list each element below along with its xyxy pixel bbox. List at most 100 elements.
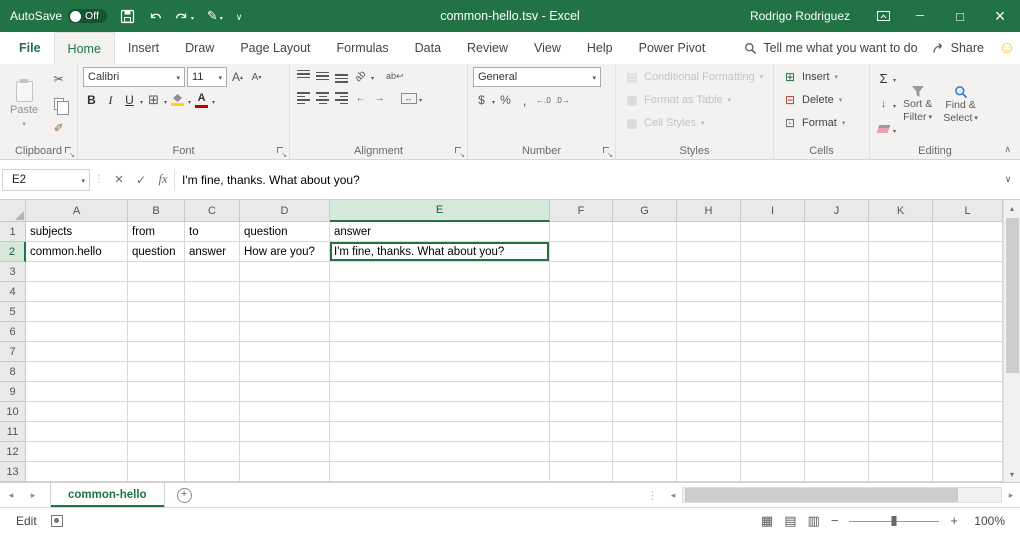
cell-j9[interactable] bbox=[805, 382, 869, 402]
cell-i6[interactable] bbox=[741, 322, 805, 342]
bold-button[interactable]: B bbox=[83, 91, 100, 109]
accounting-format-icon[interactable] bbox=[473, 91, 490, 109]
cell-g9[interactable] bbox=[613, 382, 677, 402]
tab-file[interactable]: File bbox=[6, 32, 54, 64]
cell-e13[interactable] bbox=[330, 462, 550, 482]
cancel-button[interactable] bbox=[108, 169, 130, 191]
cell-i4[interactable] bbox=[741, 282, 805, 302]
decrease-indent-icon[interactable] bbox=[352, 89, 369, 107]
cell-g10[interactable] bbox=[613, 402, 677, 422]
cell-f4[interactable] bbox=[550, 282, 613, 302]
tab-formulas[interactable]: Formulas bbox=[324, 32, 402, 64]
page-layout-view-button[interactable] bbox=[784, 513, 796, 529]
cell-i11[interactable] bbox=[741, 422, 805, 442]
cell-a4[interactable] bbox=[26, 282, 128, 302]
cell-d7[interactable] bbox=[240, 342, 330, 362]
column-header-d[interactable]: D bbox=[240, 200, 330, 222]
merge-center-button[interactable] bbox=[400, 89, 417, 107]
cell-k5[interactable] bbox=[869, 302, 933, 322]
cell-f5[interactable] bbox=[550, 302, 613, 322]
underline-button[interactable]: U bbox=[121, 91, 138, 109]
cell-j12[interactable] bbox=[805, 442, 869, 462]
find-select-button[interactable]: Find & Select bbox=[939, 67, 982, 142]
cell-c4[interactable] bbox=[185, 282, 240, 302]
cell-e6[interactable] bbox=[330, 322, 550, 342]
cell-k9[interactable] bbox=[869, 382, 933, 402]
tab-help[interactable]: Help bbox=[574, 32, 626, 64]
cell-l11[interactable] bbox=[933, 422, 1003, 442]
row-header-13[interactable]: 13 bbox=[0, 462, 26, 482]
underline-dropdown-icon[interactable] bbox=[140, 91, 143, 109]
cell-l9[interactable] bbox=[933, 382, 1003, 402]
cell-l4[interactable] bbox=[933, 282, 1003, 302]
merge-dropdown-icon[interactable] bbox=[419, 89, 422, 107]
align-center-icon[interactable] bbox=[314, 89, 331, 107]
format-button[interactable]: ⊡Format▾ bbox=[779, 111, 864, 134]
wrap-text-icon[interactable] bbox=[386, 67, 404, 85]
new-sheet-button[interactable] bbox=[177, 483, 192, 507]
share-button[interactable]: Share bbox=[932, 32, 984, 64]
cell-h6[interactable] bbox=[677, 322, 741, 342]
column-header-g[interactable]: G bbox=[613, 200, 677, 222]
column-header-c[interactable]: C bbox=[185, 200, 240, 222]
maximize-button[interactable] bbox=[940, 0, 980, 32]
cell-j5[interactable] bbox=[805, 302, 869, 322]
ink-pen-button[interactable] bbox=[207, 6, 223, 26]
vertical-scroll-thumb[interactable] bbox=[1006, 218, 1019, 373]
cell-i7[interactable] bbox=[741, 342, 805, 362]
font-size-select[interactable]: 11 bbox=[187, 67, 227, 87]
formula-input[interactable]: I'm fine, thanks. What about you? bbox=[174, 169, 998, 191]
cell-a8[interactable] bbox=[26, 362, 128, 382]
format-as-table-button[interactable]: ▦Format as Table▾ bbox=[621, 88, 768, 111]
cell-l13[interactable] bbox=[933, 462, 1003, 482]
cell-d9[interactable] bbox=[240, 382, 330, 402]
cell-e4[interactable] bbox=[330, 282, 550, 302]
cell-k6[interactable] bbox=[869, 322, 933, 342]
close-button[interactable] bbox=[980, 0, 1020, 32]
cell-a6[interactable] bbox=[26, 322, 128, 342]
cell-a3[interactable] bbox=[26, 262, 128, 282]
cell-d8[interactable] bbox=[240, 362, 330, 382]
save-button[interactable] bbox=[120, 6, 135, 26]
orientation-dropdown-icon[interactable] bbox=[371, 67, 374, 85]
tab-insert[interactable]: Insert bbox=[115, 32, 172, 64]
cell-i5[interactable] bbox=[741, 302, 805, 322]
zoom-level[interactable]: 100% bbox=[969, 514, 1005, 528]
cell-b6[interactable] bbox=[128, 322, 185, 342]
scroll-down-icon[interactable] bbox=[1004, 466, 1020, 482]
user-name[interactable]: Rodrigo Rodriguez bbox=[750, 9, 850, 23]
clipboard-dialog-launcher[interactable] bbox=[64, 146, 75, 157]
cell-a11[interactable] bbox=[26, 422, 128, 442]
font-color-button[interactable] bbox=[193, 91, 210, 109]
cell-a10[interactable] bbox=[26, 402, 128, 422]
cell-c11[interactable] bbox=[185, 422, 240, 442]
scroll-left-icon[interactable] bbox=[664, 483, 682, 507]
tell-me-box[interactable]: Tell me what you want to do bbox=[744, 32, 917, 64]
cell-h1[interactable] bbox=[677, 222, 741, 242]
cell-g5[interactable] bbox=[613, 302, 677, 322]
comma-style-icon[interactable] bbox=[516, 91, 533, 109]
zoom-slider-thumb[interactable] bbox=[892, 516, 897, 526]
cell-h13[interactable] bbox=[677, 462, 741, 482]
cell-e7[interactable] bbox=[330, 342, 550, 362]
cell-l1[interactable] bbox=[933, 222, 1003, 242]
cell-e12[interactable] bbox=[330, 442, 550, 462]
cell-g4[interactable] bbox=[613, 282, 677, 302]
cell-f13[interactable] bbox=[550, 462, 613, 482]
cell-a5[interactable] bbox=[26, 302, 128, 322]
cell-l8[interactable] bbox=[933, 362, 1003, 382]
cell-l12[interactable] bbox=[933, 442, 1003, 462]
cell-b13[interactable] bbox=[128, 462, 185, 482]
cell-styles-button[interactable]: ▩Cell Styles▾ bbox=[621, 111, 768, 134]
cell-g7[interactable] bbox=[613, 342, 677, 362]
cell-b11[interactable] bbox=[128, 422, 185, 442]
column-header-l[interactable]: L bbox=[933, 200, 1003, 222]
cell-k12[interactable] bbox=[869, 442, 933, 462]
fill-color-button[interactable] bbox=[169, 91, 186, 109]
delete-button[interactable]: ⊟Delete▾ bbox=[779, 88, 864, 111]
borders-icon[interactable] bbox=[145, 91, 162, 109]
cell-h5[interactable] bbox=[677, 302, 741, 322]
font-color-dropdown-icon[interactable] bbox=[212, 91, 215, 109]
cell-k11[interactable] bbox=[869, 422, 933, 442]
cell-c7[interactable] bbox=[185, 342, 240, 362]
